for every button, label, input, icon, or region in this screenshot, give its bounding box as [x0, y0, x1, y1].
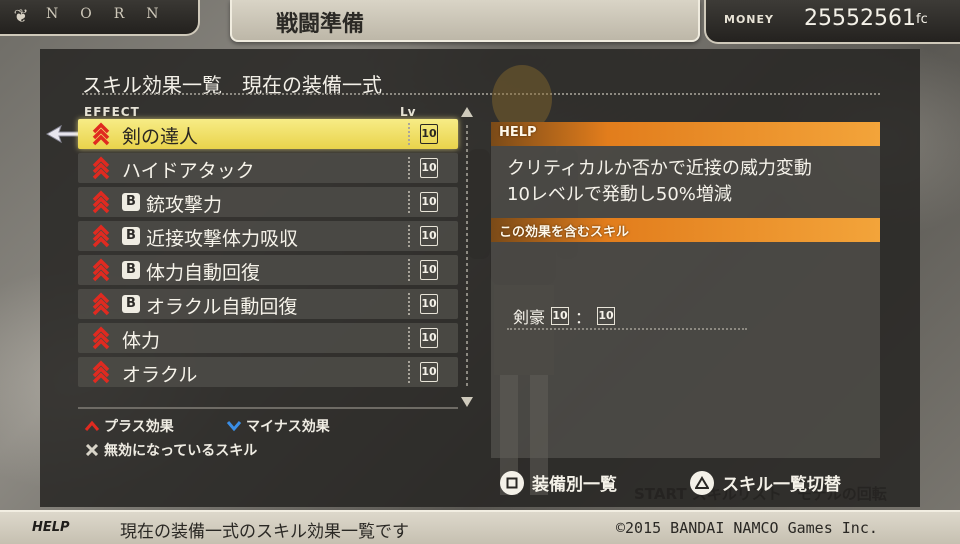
square-button-icon: [500, 470, 524, 495]
skill-name: 近接攻撃体力吸収: [146, 228, 299, 250]
skill-level-badge: 10: [420, 328, 438, 348]
skill-level-badge: 10: [420, 226, 438, 246]
level-separator: [408, 361, 410, 383]
b-badge-icon: B: [122, 295, 140, 313]
top-bar: ❦ NORN 戦闘準備 MONEY 25552561 fc: [0, 0, 960, 44]
skill-level-badge: 10: [420, 294, 438, 314]
legend-disabled-label: 無効になっているスキル: [104, 443, 258, 459]
money-value: 25552561: [804, 6, 916, 31]
skill-list: 剣の達人 10 ハイドアタック 10 B 銃攻撃力 10 B 近接攻撃体力吸収 10 B 体力自動回復…: [78, 119, 458, 391]
disabled-x-icon: [85, 444, 99, 456]
plus-chevron-icon: [92, 326, 110, 350]
skill-level-badge: 10: [420, 192, 438, 212]
help-description: クリティカルか否かで近接の威力変動 10レベルで発動し50%増減: [507, 156, 812, 208]
skill-row[interactable]: オラクル 10: [78, 357, 458, 387]
legend-minus-label: マイナス効果: [246, 419, 330, 435]
skill-name: 剣の達人: [122, 126, 199, 148]
footer-help-label: HELP: [32, 520, 70, 535]
skill-name: 銃攻撃力: [146, 194, 223, 216]
plus-chevron-icon: [92, 360, 110, 384]
help-title-bar: HELP: [491, 122, 880, 146]
b-badge-icon: B: [122, 261, 140, 279]
plus-chevron-icon: [92, 122, 110, 146]
skill-row[interactable]: B オラクル自動回復 10: [78, 289, 458, 319]
plus-chevron-icon: [84, 420, 100, 431]
related-skill-name: 剣豪: [513, 308, 546, 327]
equipment-list-label: 装備別一覧: [532, 475, 617, 495]
skill-level-badge: 10: [420, 260, 438, 280]
screen-title: 戦闘準備: [276, 12, 365, 37]
skill-name: 体力: [122, 330, 161, 352]
skill-level-badge: 10: [420, 158, 438, 178]
related-skill-separator: ：: [575, 308, 592, 327]
related-skills-title: この効果を含むスキル: [499, 225, 630, 240]
skill-effects-panel: スキル効果一覧 現在の装備一式 EFFECT Lv 剣の達人 10 ハイドアタック 1…: [40, 49, 920, 507]
money-label: MONEY: [724, 13, 774, 26]
skill-row[interactable]: B 体力自動回復 10: [78, 255, 458, 285]
plus-chevron-icon: [92, 190, 110, 214]
b-badge-icon: B: [122, 227, 140, 245]
help-title: HELP: [499, 125, 537, 140]
triangle-button-icon: [690, 470, 714, 495]
level-separator: [408, 293, 410, 315]
legend-minus: マイナス効果: [226, 416, 330, 436]
norn-emblem-icon: ❦: [13, 6, 29, 27]
related-skill-level-badge: 10: [551, 307, 570, 325]
level-separator: [408, 327, 410, 349]
skill-row[interactable]: 体力 10: [78, 323, 458, 353]
footer-help-bar: HELP 現在の装備一式のスキル効果一覧です ©2015 BANDAI NAMC…: [0, 510, 960, 544]
footer-help-text: 現在の装備一式のスキル効果一覧です: [120, 522, 409, 542]
plus-chevron-icon: [92, 156, 110, 180]
level-separator: [408, 259, 410, 281]
money-display: MONEY 25552561 fc: [704, 0, 960, 44]
skill-row[interactable]: 剣の達人 10: [78, 119, 458, 149]
list-bottom-divider: [78, 407, 458, 409]
plus-chevron-icon: [92, 224, 110, 248]
skill-name: オラクル自動回復: [146, 296, 298, 318]
scroll-track[interactable]: [466, 125, 468, 389]
related-skill-divider: [507, 328, 747, 330]
equipment-list-button[interactable]: 装備別一覧: [500, 470, 617, 495]
help-line-1: クリティカルか否かで近接の威力変動: [507, 158, 812, 179]
skill-level-badge: 10: [420, 362, 438, 382]
help-line-2: 10レベルで発動し50%増減: [507, 184, 732, 205]
skill-level-badge: 10: [420, 124, 438, 144]
scroll-up-icon[interactable]: [460, 105, 474, 119]
effect-column-header: EFFECT: [84, 105, 140, 119]
level-column-header: Lv: [400, 105, 416, 119]
plus-chevron-icon: [92, 292, 110, 316]
skill-row[interactable]: B 銃攻撃力 10: [78, 187, 458, 217]
norn-logo-text: NORN: [46, 6, 181, 22]
level-separator: [408, 157, 410, 179]
skill-name: オラクル: [122, 364, 198, 386]
scroll-down-icon[interactable]: [460, 395, 474, 409]
level-separator: [408, 123, 410, 145]
plus-chevron-icon: [92, 258, 110, 282]
legend-plus-label: プラス効果: [104, 419, 174, 435]
level-separator: [408, 191, 410, 213]
legend-disabled: 無効になっているスキル: [84, 440, 257, 460]
skill-row[interactable]: B 近接攻撃体力吸収 10: [78, 221, 458, 251]
norn-logo-tab: ❦ NORN: [0, 0, 200, 36]
minus-chevron-icon: [226, 421, 242, 432]
skill-name: 体力自動回復: [146, 262, 261, 284]
money-unit: fc: [916, 12, 928, 27]
legend-plus: プラス効果: [84, 416, 174, 436]
copyright-text: ©2015 BANDAI NAMCO Games Inc.: [616, 519, 878, 537]
skill-name: ハイドアタック: [122, 160, 255, 182]
related-skill-max-level-badge: 10: [597, 307, 616, 325]
help-panel: HELP クリティカルか否かで近接の威力変動 10レベルで発動し50%増減 この…: [491, 122, 880, 458]
skill-row[interactable]: ハイドアタック 10: [78, 153, 458, 183]
toggle-skill-list-label: スキル一覧切替: [722, 475, 841, 495]
toggle-skill-list-button[interactable]: スキル一覧切替: [690, 470, 841, 495]
level-separator: [408, 225, 410, 247]
related-skills-bar: この効果を含むスキル: [491, 218, 880, 242]
screen-title-tab: 戦闘準備: [230, 0, 700, 42]
related-skill-entry[interactable]: 剣豪 10 ： 10: [513, 304, 616, 328]
b-badge-icon: B: [122, 193, 140, 211]
